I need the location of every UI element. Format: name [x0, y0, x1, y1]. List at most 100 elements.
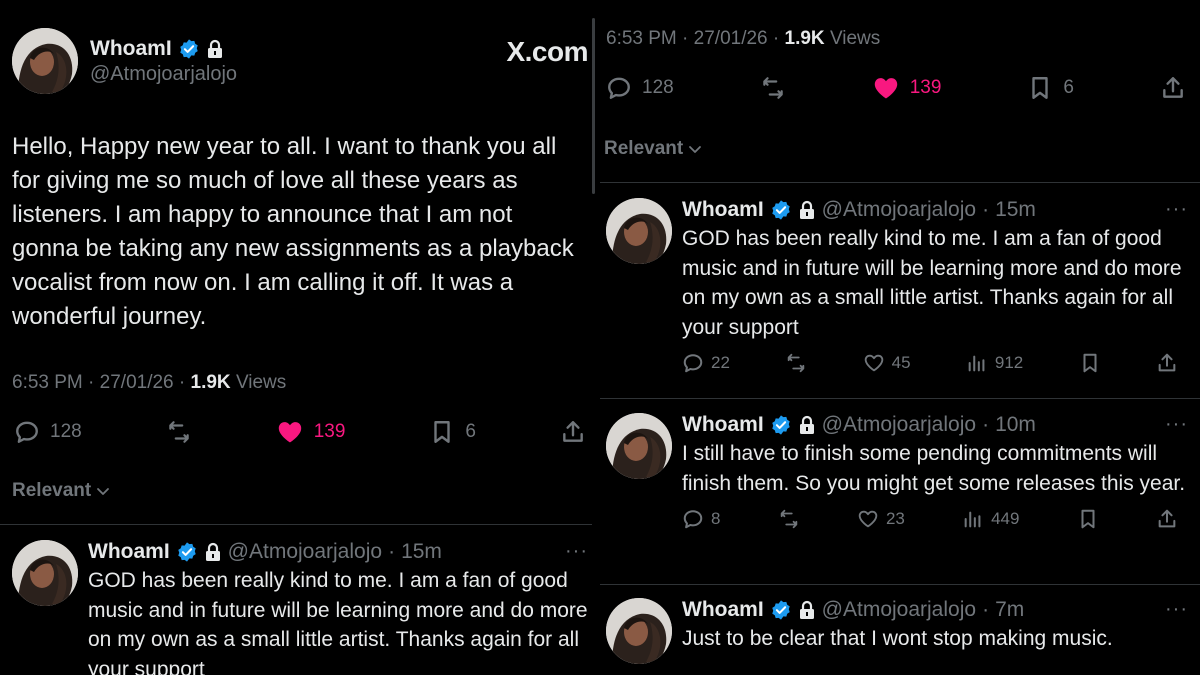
avatar[interactable]: [12, 540, 78, 606]
avatar[interactable]: [12, 28, 78, 94]
avatar[interactable]: [606, 598, 672, 664]
reply-button[interactable]: 128: [606, 75, 674, 101]
reply-text: GOD has been really kind to me. I am a f…: [88, 569, 588, 675]
verified-badge-icon: [770, 414, 792, 436]
chevron-down-icon: [687, 141, 703, 157]
meta-separator: ·: [88, 372, 95, 393]
verified-badge-icon: [770, 199, 792, 221]
reply-handle[interactable]: @Atmojoarjalojo: [822, 598, 976, 622]
reply-action-bar: 8 23 449: [682, 508, 1178, 530]
share-icon: [560, 419, 586, 445]
post-time[interactable]: 6:53 PM: [606, 28, 677, 49]
reply-button[interactable]: 22: [682, 352, 730, 374]
reply-text: I still have to finish some pending comm…: [682, 442, 1186, 495]
bookmark-count: 6: [1063, 77, 1074, 98]
meta-separator: ·: [388, 540, 396, 563]
meta-separator: ·: [982, 198, 990, 221]
reply-time[interactable]: 7m: [995, 598, 1024, 622]
repost-button[interactable]: [166, 419, 192, 445]
reply-time[interactable]: 10m: [995, 413, 1036, 437]
avatar[interactable]: [606, 413, 672, 479]
bookmark-icon: [429, 419, 455, 445]
views-count: 1.9K: [784, 28, 825, 49]
main-post-action-bar: 128 139 6: [14, 418, 586, 446]
reply-author-name[interactable]: WhoamI: [682, 413, 764, 437]
right-screenshot-pane: 6:53 PM · 27/01/26 · 1.9K Views 128 139 …: [600, 0, 1200, 675]
like-count: 139: [313, 421, 346, 442]
bookmark-button[interactable]: [1077, 508, 1099, 530]
share-button[interactable]: [560, 419, 586, 445]
like-button[interactable]: 139: [872, 74, 941, 102]
post-time[interactable]: 6:53 PM: [12, 372, 83, 393]
more-icon[interactable]: ···: [565, 540, 588, 563]
more-icon[interactable]: ···: [1165, 598, 1188, 621]
sort-dropdown[interactable]: Relevant: [12, 480, 111, 502]
share-icon: [1156, 508, 1178, 530]
reply-count: 128: [642, 77, 674, 98]
reply-icon: [682, 352, 704, 374]
reply-post[interactable]: WhoamI @Atmojoarjalojo · 15m ··· GOD has…: [12, 540, 588, 675]
repost-icon: [166, 419, 192, 445]
like-button[interactable]: 139: [276, 418, 346, 446]
author-handle[interactable]: @Atmojoarjalojo: [90, 63, 237, 86]
views-count: 449: [991, 509, 1020, 528]
bookmark-button[interactable]: 6: [1027, 75, 1074, 101]
reply-button[interactable]: 128: [14, 419, 82, 445]
reply-author-name[interactable]: WhoamI: [682, 598, 764, 622]
repost-button[interactable]: [760, 75, 786, 101]
sort-dropdown[interactable]: Relevant: [604, 138, 703, 160]
share-button[interactable]: [1156, 352, 1178, 374]
meta-separator: ·: [772, 28, 780, 49]
reply-author-name[interactable]: WhoamI: [682, 198, 764, 222]
meta-separator: ·: [982, 413, 990, 436]
share-icon: [1160, 75, 1186, 101]
verified-badge-icon: [176, 541, 198, 563]
views-button[interactable]: 449: [962, 508, 1019, 530]
sort-label: Relevant: [12, 480, 92, 501]
like-button[interactable]: 45: [863, 352, 911, 374]
share-button[interactable]: [1156, 508, 1178, 530]
like-icon: [276, 418, 304, 446]
like-icon: [872, 74, 900, 102]
like-icon: [863, 352, 885, 374]
reply-post[interactable]: WhoamI @Atmojoarjalojo · 10m ··· I still…: [606, 413, 1188, 530]
more-icon[interactable]: ···: [1165, 413, 1188, 436]
x-com-logo: X.com: [506, 36, 588, 67]
bookmark-button[interactable]: [1079, 352, 1101, 374]
reply-post[interactable]: WhoamI @Atmojoarjalojo · 7m ··· Just to …: [606, 598, 1188, 664]
reply-handle[interactable]: @Atmojoarjalojo: [228, 540, 382, 564]
reply-time[interactable]: 15m: [401, 540, 442, 564]
verified-badge-icon: [770, 599, 792, 621]
reply-count: 8: [711, 509, 721, 528]
views-button[interactable]: 912: [966, 352, 1023, 374]
reply-button[interactable]: 8: [682, 508, 720, 530]
share-button[interactable]: [1160, 75, 1186, 101]
views-count: 1.9K: [190, 372, 231, 393]
more-icon[interactable]: ···: [1165, 198, 1188, 221]
post-date[interactable]: 27/01/26: [694, 28, 768, 49]
reply-count: 22: [711, 353, 730, 372]
author-display-name[interactable]: WhoamI: [90, 37, 172, 61]
avatar[interactable]: [606, 198, 672, 264]
reply-time[interactable]: 15m: [995, 198, 1036, 222]
scrollbar[interactable]: [592, 18, 595, 194]
post-date[interactable]: 27/01/26: [100, 372, 174, 393]
repost-button[interactable]: [778, 508, 800, 530]
bookmark-icon: [1027, 75, 1053, 101]
reply-author-name[interactable]: WhoamI: [88, 540, 170, 564]
views-label: Views: [829, 28, 881, 49]
views-icon: [962, 508, 984, 530]
like-button[interactable]: 23: [857, 508, 905, 530]
repost-icon: [785, 352, 807, 374]
lock-icon: [204, 542, 222, 562]
reply-text: GOD has been really kind to me. I am a f…: [682, 227, 1182, 339]
bookmark-button[interactable]: 6: [429, 419, 476, 445]
repost-button[interactable]: [785, 352, 807, 374]
bookmark-icon: [1077, 508, 1099, 530]
reply-count: 128: [50, 421, 82, 442]
meta-separator: ·: [178, 372, 186, 393]
reply-post[interactable]: WhoamI @Atmojoarjalojo · 15m ··· GOD has…: [606, 198, 1188, 374]
reply-handle[interactable]: @Atmojoarjalojo: [822, 198, 976, 222]
reply-handle[interactable]: @Atmojoarjalojo: [822, 413, 976, 437]
divider: [600, 398, 1200, 399]
